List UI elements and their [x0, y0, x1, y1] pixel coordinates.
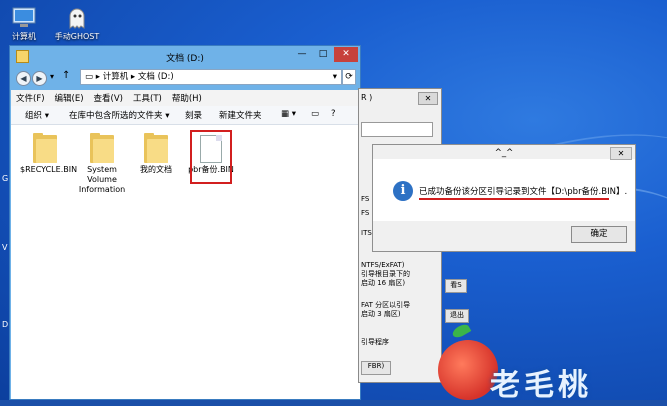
tool-combo[interactable] [361, 122, 433, 137]
recent-dropdown-icon[interactable]: ▾ [50, 72, 54, 81]
chevron-right-icon: ▸ [130, 72, 138, 82]
menu-tools[interactable]: 工具(T) [128, 90, 167, 106]
file-item[interactable]: $RECYCLE.BIN [20, 133, 77, 175]
tool-text: ITS [361, 229, 372, 237]
help-icon[interactable]: ? [331, 109, 336, 119]
desktop-icon-label: 计算机 [12, 32, 36, 41]
folder-icon [144, 133, 168, 163]
tool-text: 启动 3 扇区) [361, 310, 401, 318]
chevron-down-icon[interactable]: ▾ [333, 70, 337, 84]
up-button[interactable]: ↑ [62, 70, 70, 81]
explorer-window: 文档 (D:) — □ ✕ ◀ ▶ ▾ ↑ ▭ ▸ 计算机 ▸ 文档 (D:) … [9, 45, 361, 400]
menu-file[interactable]: 文件(F) [11, 90, 50, 106]
desktop-icon-ghost[interactable]: 手动GHOST [47, 6, 107, 42]
highlight-box [190, 130, 232, 184]
file-name: System Volume Information [78, 165, 126, 194]
new-folder-button[interactable]: 新建文件夹 [219, 109, 262, 121]
preview-pane-icon[interactable]: ▭ [311, 109, 319, 119]
file-name: 我的文档 [140, 165, 172, 174]
organize-button[interactable]: 组织 ▾ [25, 109, 49, 121]
tool-text: 引导根目录下的 [361, 270, 410, 278]
tool-text: 引导程序 [361, 338, 389, 346]
menu-help[interactable]: 帮助(H) [167, 90, 207, 106]
view-options-icon[interactable]: ▦ ▾ [281, 109, 296, 119]
tool-button[interactable]: 看S [445, 279, 467, 293]
back-button[interactable]: ◀ [16, 71, 31, 86]
edge-letter: G [2, 174, 9, 183]
file-item[interactable]: 我的文档 [131, 133, 181, 175]
refresh-button[interactable]: ⟳ [342, 69, 356, 85]
peach-logo-icon [438, 340, 498, 400]
exit-button[interactable]: 退出 [445, 309, 469, 323]
ok-button[interactable]: 确定 [571, 226, 627, 243]
menu-bar: 文件(F) 编辑(E) 查看(V) 工具(T) 帮助(H) [11, 90, 360, 107]
desktop-icon-label: 手动GHOST [54, 32, 100, 41]
info-icon: i [393, 181, 413, 201]
explorer-titlebar[interactable]: 文档 (D:) — □ ✕ [10, 46, 360, 68]
dialog-title: ^_^ [494, 148, 514, 158]
folder-icon [90, 133, 114, 163]
ghost-icon [63, 6, 91, 30]
highlight-underline [419, 198, 609, 200]
burn-button[interactable]: 刻录 [185, 109, 202, 121]
edge-letter: V [2, 243, 8, 252]
dialog-titlebar[interactable]: ^_^ ✕ [373, 145, 635, 160]
computer-icon [10, 6, 38, 30]
tool-text: NTFS/ExFAT) [361, 261, 405, 269]
menu-view[interactable]: 查看(V) [89, 90, 128, 106]
close-button[interactable]: ✕ [334, 47, 358, 62]
close-button[interactable]: ✕ [418, 92, 438, 105]
tool-text: FS [361, 209, 370, 217]
tool-text: FS [361, 195, 370, 203]
drive-icon: ▭ ▸ [85, 72, 103, 82]
file-item[interactable]: System Volume Information [77, 133, 127, 195]
breadcrumb-computer[interactable]: 计算机 [103, 72, 129, 82]
tool-text: 启动 16 扇区) [361, 279, 406, 287]
address-row: ◀ ▶ ▾ ↑ ▭ ▸ 计算机 ▸ 文档 (D:) ▾ ⟳ [14, 69, 356, 87]
edge-letter: D [2, 320, 9, 329]
address-bar[interactable]: ▭ ▸ 计算机 ▸ 文档 (D:) ▾ [80, 69, 342, 85]
tool-button[interactable]: FBR) [361, 361, 391, 375]
logo-text: 老毛桃 [490, 368, 592, 403]
tool-text: FAT 分区以引导 [361, 301, 411, 309]
file-list: $RECYCLE.BIN System Volume Information 我… [11, 125, 360, 399]
minimize-button[interactable]: — [292, 47, 312, 62]
command-bar: 组织 ▾ 在库中包含所选的文件夹 ▾ 刻录 新建文件夹 ▦ ▾ ▭ ? [11, 106, 360, 125]
tool-title: R ) [361, 93, 373, 102]
dialog-message: 已成功备份该分区引导记录到文件【D:\pbr备份.BIN】. [419, 187, 628, 197]
maximize-button[interactable]: □ [312, 47, 334, 62]
desktop-icon-computer[interactable]: 计算机 [0, 6, 54, 42]
breadcrumb-drive[interactable]: 文档 (D:) [138, 72, 174, 82]
forward-button[interactable]: ▶ [32, 71, 47, 86]
include-in-library-button[interactable]: 在库中包含所选的文件夹 ▾ [69, 109, 169, 121]
menu-edit[interactable]: 编辑(E) [50, 90, 89, 106]
close-button[interactable]: ✕ [610, 147, 632, 160]
dialog-footer: 确定 [373, 221, 635, 251]
folder-icon [33, 133, 57, 163]
message-dialog: ^_^ ✕ i 已成功备份该分区引导记录到文件【D:\pbr备份.BIN】. 确… [372, 144, 636, 252]
file-name: $RECYCLE.BIN [20, 165, 78, 174]
